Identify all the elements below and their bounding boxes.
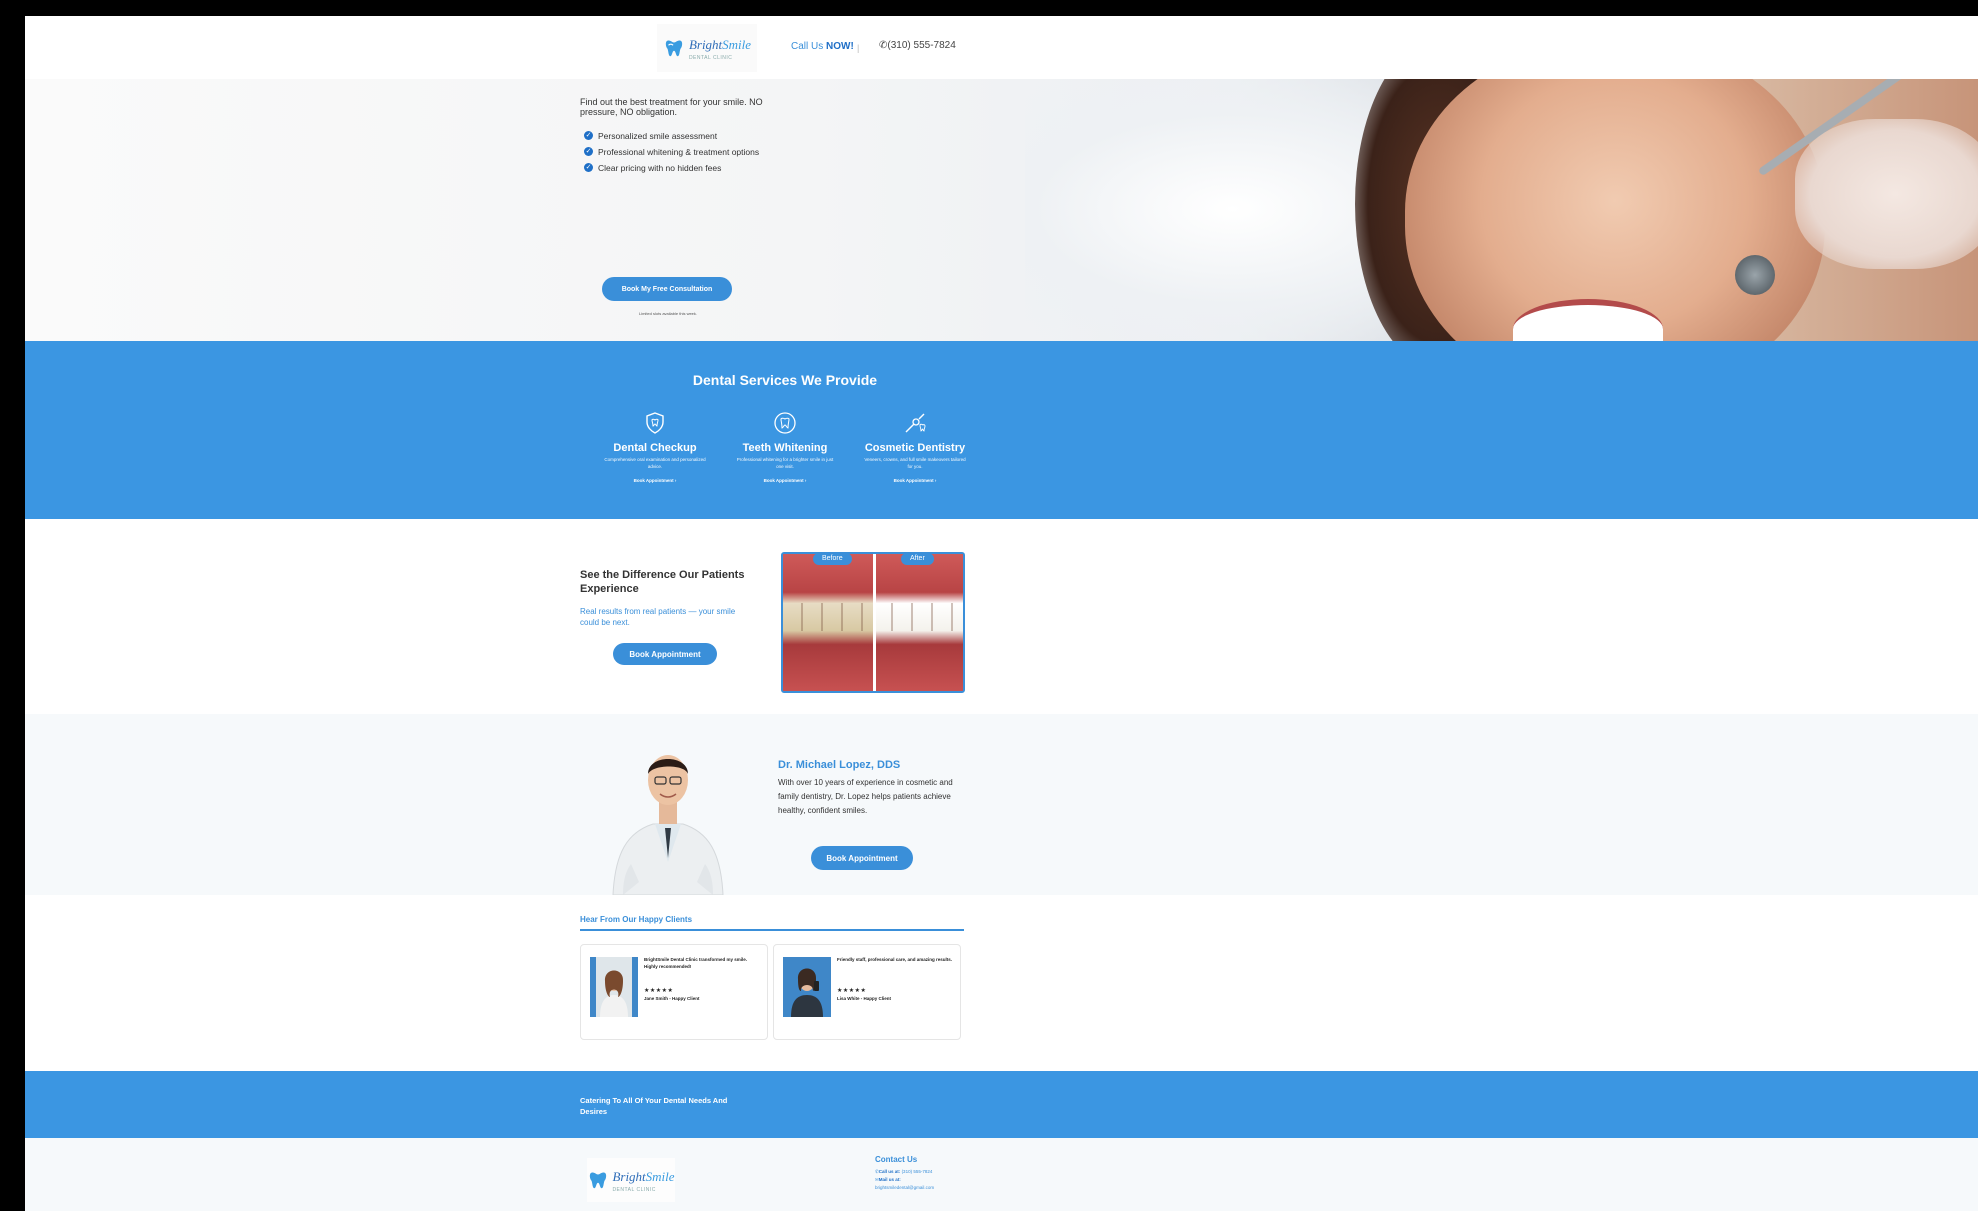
testimonials-divider: [580, 929, 964, 931]
contact-email[interactable]: brightsmiledental@gmail.com: [875, 1184, 934, 1192]
after-teeth-image: [873, 554, 963, 691]
service-name: Dental Checkup: [613, 442, 697, 454]
comparison-slider-handle[interactable]: [873, 554, 876, 691]
service-dental-checkup: Dental Checkup Comprehensive oral examin…: [595, 411, 715, 483]
tooth-logo-icon: [590, 1172, 607, 1189]
service-name: Teeth Whitening: [742, 442, 828, 454]
service-teeth-whitening: Teeth Whitening Professional whitening f…: [725, 411, 845, 483]
before-tag: Before: [813, 554, 852, 565]
sparkle-tooth-icon: [774, 412, 796, 434]
check-circle-icon: ✓: [584, 130, 593, 140]
shield-tooth-icon: [646, 412, 664, 434]
logo-subtitle: DENTAL CLINIC: [688, 54, 733, 61]
site-footer: BrightSmile DENTAL CLINIC Contact Us ✆Ca…: [25, 1138, 1978, 1211]
doctor-bio: With over 10 years of experience in cosm…: [778, 778, 953, 815]
star-rating-icon: ★★★★★: [837, 988, 867, 994]
service-description: Veneers, crowns, and full smile makeover…: [864, 457, 966, 469]
before-after-image[interactable]: Before After: [781, 552, 965, 693]
list-item: ✓ Clear pricing with no hidden fees: [584, 163, 722, 174]
list-item: ✓ Professional whitening & treatment opti…: [584, 147, 760, 157]
list-item: ✓ Personalized smile assessment: [584, 130, 718, 141]
service-book-link[interactable]: Book Appointment ›: [855, 478, 975, 483]
before-after-subtitle: Real results from real patients — your s…: [580, 607, 736, 627]
service-book-link[interactable]: Book Appointment ›: [595, 478, 715, 483]
testimonial-author: Jane Smith - Happy Client: [644, 996, 700, 1001]
doctor-photo: [612, 755, 724, 895]
logo-subtitle: DENTAL CLINIC: [612, 1186, 656, 1193]
contact-mail-label: ✉Mail us at:: [875, 1176, 901, 1182]
contact-phone[interactable]: ✆Call us at: (310) 555-7824: [875, 1168, 934, 1176]
hero-section: Find out the best treatment for your smi…: [25, 79, 1978, 341]
call-us-label: Call Us NOW!: [791, 41, 854, 52]
browser-frame: BrightSmile DENTAL CLINIC Call Us NOW! |…: [18, 8, 1978, 1211]
testimonial-card: Friendly staff, professional care, and a…: [773, 944, 961, 1040]
service-description: Comprehensive oral examination and perso…: [604, 457, 706, 469]
hero-image-glove: [1795, 119, 1978, 269]
services-section: Dental Services We Provide Dental Checku…: [25, 341, 1978, 519]
book-free-consultation-button[interactable]: Book My Free Consultation: [602, 277, 732, 301]
client-photo: [783, 957, 831, 1017]
testimonials-title: Hear From Our Happy Clients: [580, 915, 693, 924]
dental-tools-icon: [905, 413, 926, 433]
before-teeth-image: [783, 554, 873, 691]
service-description: Professional whitening for a brighter sm…: [736, 457, 834, 469]
check-circle-icon: ✓: [584, 147, 593, 156]
header-divider: |: [857, 43, 860, 53]
hero-copy: Find out the best treatment for your smi…: [580, 97, 780, 179]
testimonial-card: BrightSmile Dental Clinic transformed my…: [580, 944, 768, 1040]
site-header: BrightSmile DENTAL CLINIC Call Us NOW! |…: [25, 16, 1978, 79]
limited-slots-note: Limited slots available this week.: [638, 311, 698, 316]
footer-logo[interactable]: BrightSmile DENTAL CLINIC: [587, 1158, 675, 1202]
doctor-name: Dr. Michael Lopez, DDS: [778, 759, 901, 771]
service-book-link[interactable]: Book Appointment ›: [725, 478, 845, 483]
star-rating-icon: ★★★★★: [644, 988, 674, 994]
before-after-title: See the Difference Our Patients Experien…: [580, 569, 745, 596]
services-title: Dental Services We Provide: [692, 372, 878, 388]
after-tag: After: [901, 554, 934, 565]
service-cosmetic-dentistry: Cosmetic Dentistry Veneers, crowns, and …: [855, 411, 975, 483]
client-photo: [590, 957, 638, 1017]
testimonial-quote: BrightSmile Dental Clinic transformed my…: [644, 957, 748, 969]
hero-lead-text: Find out the best treatment for your smi…: [580, 97, 763, 118]
book-appointment-button[interactable]: Book Appointment: [613, 643, 717, 665]
dental-mirror-image: [1735, 255, 1775, 295]
check-circle-icon: ✓: [584, 163, 593, 173]
contact-details: ✆Call us at: (310) 555-7824 ✉Mail us at:…: [875, 1168, 934, 1192]
testimonial-author: Lisa White - Happy Client: [837, 996, 892, 1001]
logo-wordmark: BrightSmile: [688, 36, 752, 52]
book-appointment-button[interactable]: Book Appointment: [811, 846, 913, 870]
testimonial-quote: Friendly staff, professional care, and a…: [837, 957, 953, 962]
cta-band: Catering To All Of Your Dental Needs And…: [25, 1071, 1978, 1138]
tooth-logo-icon: [665, 40, 683, 57]
landing-page: BrightSmile DENTAL CLINIC Call Us NOW! |…: [25, 16, 1978, 1211]
site-logo[interactable]: BrightSmile DENTAL CLINIC: [657, 24, 757, 72]
logo-wordmark: BrightSmile: [612, 1168, 675, 1184]
service-name: Cosmetic Dentistry: [864, 442, 966, 454]
hero-benefits-list: ✓ Personalized smile assessment ✓ Professi…: [580, 130, 780, 175]
doctor-section: Dr. Michael Lopez, DDS With over 10 year…: [25, 714, 1978, 895]
contact-title: Contact Us: [875, 1155, 918, 1164]
header-phone-link[interactable]: ✆(310) 555-7824: [879, 40, 956, 51]
cta-band-text: Catering To All Of Your Dental Needs And…: [580, 1096, 728, 1116]
